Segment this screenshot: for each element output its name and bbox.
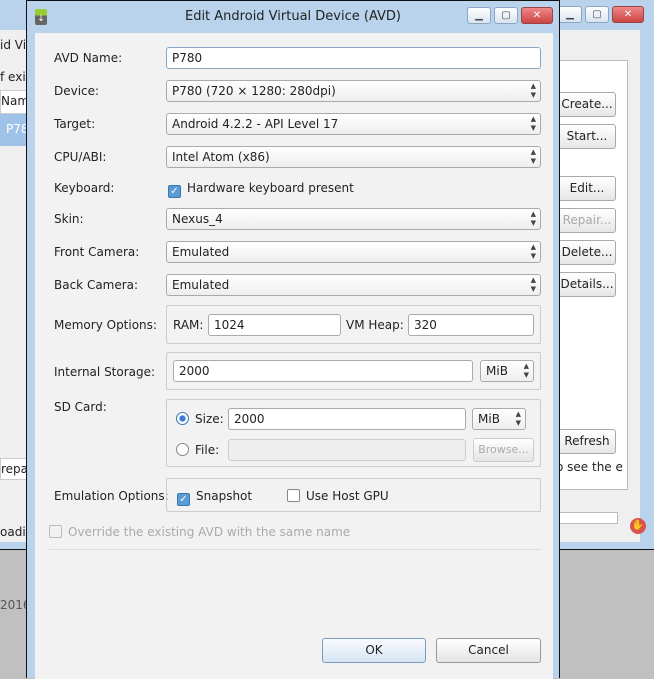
cpu-label: CPU/ABI: [54, 150, 107, 164]
skin-select[interactable]: Nexus_4 ▲ ▼ [166, 208, 541, 230]
spinner-icon: ▲ ▼ [515, 410, 521, 427]
radio-unselected-icon [176, 443, 189, 456]
skin-value: Nexus_4 [172, 212, 223, 226]
sd-size-label: Size: [195, 412, 224, 426]
internal-storage-input[interactable]: 2000 [173, 360, 473, 382]
host-gpu-checkbox[interactable]: Use Host GPU [287, 489, 389, 503]
ram-input[interactable]: 1024 [208, 314, 341, 336]
emulation-options-label: Emulation Options: [54, 489, 169, 503]
sd-file-label: File: [195, 443, 220, 457]
sd-unit-value: MiB [478, 412, 500, 426]
spinner-icon: ▲ ▼ [530, 115, 536, 132]
delete-button[interactable]: Delete... [558, 240, 616, 265]
browse-button: Browse... [473, 438, 534, 462]
vm-heap-input[interactable]: 320 [408, 314, 534, 336]
spinner-icon: ▲ ▼ [530, 148, 536, 165]
skin-label: Skin: [54, 212, 84, 226]
emulation-group: ✓ Snapshot Use Host GPU [166, 478, 541, 512]
checkbox-checked-icon: ✓ [168, 185, 181, 198]
sd-file-input [228, 439, 466, 461]
target-value: Android 4.2.2 - API Level 17 [172, 117, 339, 131]
spinner-icon: ▲ ▼ [530, 276, 536, 293]
spinner-icon: ▲ ▼ [530, 82, 536, 99]
front-camera-value: Emulated [172, 245, 230, 259]
snapshot-label: Snapshot [196, 489, 253, 503]
cancel-button[interactable]: Cancel [436, 638, 541, 663]
bg-hint-fragment: o see the e [556, 460, 623, 474]
sd-file-radio[interactable]: File: [176, 443, 219, 457]
start-button[interactable]: Start... [558, 124, 616, 149]
edit-avd-dialog: ↓ Edit Android Virtual Device (AVD) ▁ ▢ ✕ … [26, 0, 560, 679]
sd-card-label: SD Card: [54, 400, 107, 414]
hardware-keyboard-checkbox[interactable]: ✓ Hardware keyboard present [168, 181, 354, 198]
close-icon[interactable]: ✕ [521, 7, 553, 24]
spinner-icon: ▲ ▼ [530, 243, 536, 260]
host-gpu-label: Use Host GPU [306, 489, 389, 503]
details-button[interactable]: Details... [558, 272, 616, 297]
internal-storage-label: Internal Storage: [54, 365, 156, 379]
sd-size-input[interactable]: 2000 [228, 408, 466, 430]
sd-unit-select[interactable]: MiB ▲ ▼ [472, 408, 526, 430]
ok-button[interactable]: OK [322, 638, 426, 663]
stop-icon[interactable]: ✋ [630, 518, 646, 534]
create-button[interactable]: Create... [558, 92, 616, 117]
minimize-icon[interactable]: ▁ [558, 6, 582, 23]
front-camera-select[interactable]: Emulated ▲ ▼ [166, 241, 541, 263]
vm-heap-label: VM Heap: [346, 318, 404, 332]
repair-button: Repair... [558, 208, 616, 233]
checkbox-checked-icon: ✓ [177, 493, 190, 506]
bg-window-controls: ▁ ▢ ✕ [555, 6, 644, 23]
back-camera-label: Back Camera: [54, 278, 139, 292]
storage-unit-select[interactable]: MiB ▲ ▼ [480, 360, 534, 382]
separator [49, 549, 541, 550]
refresh-button[interactable]: Refresh [558, 429, 616, 454]
override-label: Override the existing AVD with the same … [68, 525, 351, 539]
maximize-icon[interactable]: ▢ [585, 6, 609, 23]
spinner-icon: ▲ ▼ [523, 362, 529, 379]
device-select[interactable]: P780 (720 × 1280: 280dpi) ▲ ▼ [166, 80, 541, 102]
dialog-body: AVD Name: P780 Device: P780 (720 × 1280:… [35, 33, 553, 679]
cpu-select[interactable]: Intel Atom (x86) ▲ ▼ [166, 146, 541, 168]
back-camera-value: Emulated [172, 278, 230, 292]
spinner-icon: ▲ ▼ [530, 210, 536, 227]
avd-name-label: AVD Name: [54, 51, 123, 65]
cpu-value: Intel Atom (x86) [172, 150, 270, 164]
ram-label: RAM: [173, 318, 204, 332]
target-select[interactable]: Android 4.2.2 - API Level 17 ▲ ▼ [166, 113, 541, 135]
sd-card-group: Size: 2000 MiB ▲ ▼ File: Browse... [166, 399, 541, 467]
edit-button[interactable]: Edit... [558, 176, 616, 201]
maximize-icon[interactable]: ▢ [494, 7, 518, 24]
hardware-keyboard-label: Hardware keyboard present [187, 181, 354, 195]
radio-selected-icon [176, 412, 189, 425]
memory-label: Memory Options: [54, 318, 157, 332]
close-icon[interactable]: ✕ [612, 6, 644, 23]
snapshot-checkbox[interactable]: ✓ Snapshot [177, 489, 252, 506]
target-label: Target: [54, 117, 96, 131]
front-camera-label: Front Camera: [54, 245, 140, 259]
device-label: Device: [54, 84, 100, 98]
device-value: P780 (720 × 1280: 280dpi) [172, 84, 336, 98]
back-camera-select[interactable]: Emulated ▲ ▼ [166, 274, 541, 296]
sd-size-radio[interactable]: Size: [176, 412, 224, 426]
dialog-window-controls: ▁ ▢ ✕ [464, 7, 553, 24]
storage-unit-value: MiB [486, 364, 508, 378]
checkbox-disabled-icon [49, 525, 62, 538]
checkbox-unchecked-icon [287, 489, 300, 502]
avd-name-input[interactable]: P780 [166, 47, 541, 69]
keyboard-label: Keyboard: [54, 181, 115, 195]
storage-group: 2000 MiB ▲ ▼ [166, 352, 541, 390]
memory-group: RAM: 1024 VM Heap: 320 [166, 305, 541, 344]
minimize-icon[interactable]: ▁ [467, 7, 491, 24]
override-checkbox: Override the existing AVD with the same … [49, 525, 350, 539]
